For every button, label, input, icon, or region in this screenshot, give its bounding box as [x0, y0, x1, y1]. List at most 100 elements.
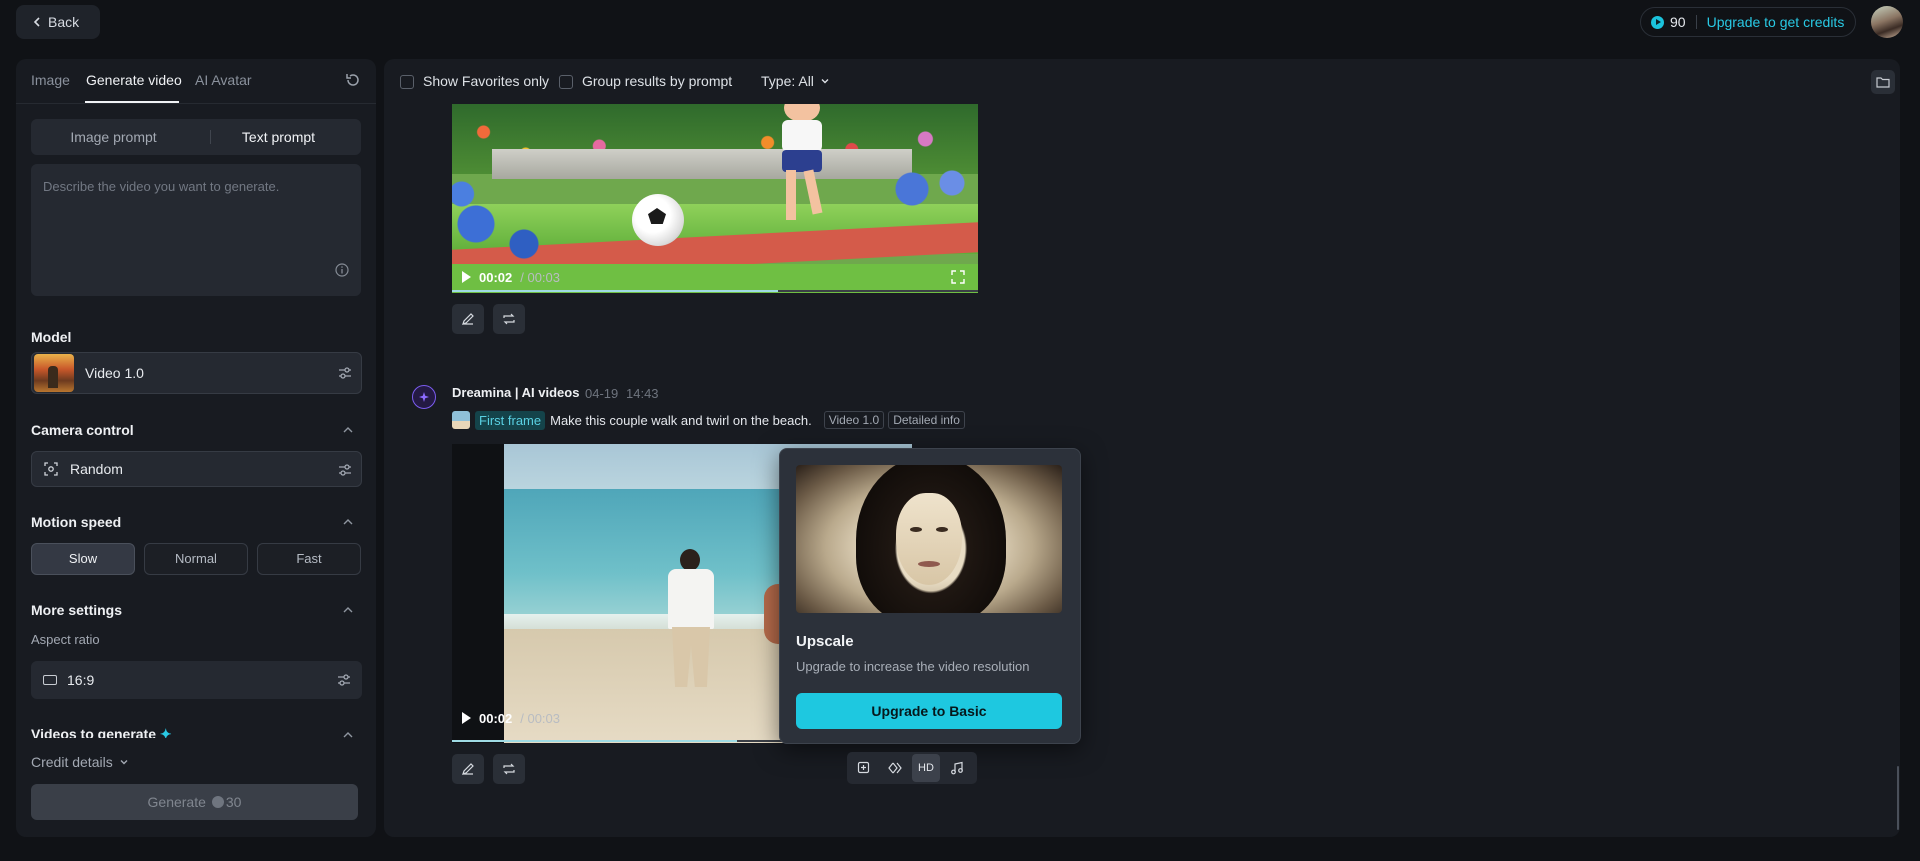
folder-button[interactable]: [1871, 70, 1895, 94]
model-title: Model: [31, 329, 72, 345]
video-player-1[interactable]: 00:02 / 00:03: [452, 104, 978, 293]
dreamina-avatar-icon: [412, 385, 436, 409]
credit-details-label: Credit details: [31, 754, 113, 770]
upscale-popover: Upscale Upgrade to increase the video re…: [779, 448, 1081, 744]
tab-ai-avatar[interactable]: AI Avatar: [195, 72, 252, 88]
sliders-icon: [339, 464, 351, 476]
chevron-up-icon[interactable]: [342, 604, 354, 616]
credit-coin-icon: [1651, 15, 1664, 29]
aspect-ratio-label: Aspect ratio: [31, 632, 100, 647]
prompt-input[interactable]: [31, 164, 361, 296]
model-selector[interactable]: Video 1.0: [31, 352, 362, 394]
chevron-down-icon: [120, 760, 128, 765]
interpolate-button[interactable]: [881, 754, 909, 782]
model-tag: Video 1.0: [823, 411, 885, 429]
back-label: Back: [48, 14, 80, 30]
current-time: 00:02: [479, 269, 513, 285]
video-progress-fill: [452, 290, 779, 292]
favorites-label[interactable]: Show Favorites only: [423, 73, 549, 89]
speed-slow-button[interactable]: Slow: [31, 543, 135, 575]
sparkle-icon: ✦: [159, 726, 172, 738]
left-panel: Image Generate video AI Avatar Image pro…: [16, 59, 376, 837]
aspect-ratio-icon: [43, 675, 57, 685]
music-note-icon: [951, 761, 963, 775]
tab-underline: [85, 101, 179, 103]
user-avatar[interactable]: [1871, 6, 1903, 38]
aspect-ratio-value: 16:9: [67, 672, 95, 688]
aspect-ratio-selector[interactable]: 16:9: [31, 661, 362, 699]
divider: [1695, 15, 1697, 29]
play-icon[interactable]: [462, 712, 471, 724]
generate-button[interactable]: Generate 30: [31, 784, 358, 820]
prompt-text: Make this couple walk and twirl on the b…: [550, 412, 812, 428]
regenerate-button[interactable]: [493, 754, 525, 784]
tab-image[interactable]: Image: [31, 72, 70, 88]
video-progress-bar[interactable]: [452, 290, 978, 292]
popover-title: Upscale: [796, 633, 854, 650]
motion-speed-title: Motion speed: [31, 514, 122, 530]
group-by-prompt-checkbox[interactable]: [559, 75, 573, 89]
type-filter-label: Type: All: [761, 73, 814, 89]
videos-to-generate-title: Videos to generate ✦: [31, 726, 172, 738]
credit-count: 90: [1670, 14, 1686, 30]
camera-control-title: Camera control: [31, 422, 134, 438]
first-frame-label[interactable]: First frame: [475, 410, 546, 430]
tab-bar: Image Generate video AI Avatar: [16, 59, 376, 104]
filter-bar: Show Favorites only Group results by pro…: [384, 59, 1900, 104]
fullscreen-icon[interactable]: [951, 270, 965, 284]
detailed-info-tag[interactable]: Detailed info: [888, 411, 965, 429]
edit-button[interactable]: [452, 304, 484, 334]
info-icon[interactable]: [335, 263, 349, 277]
favorites-checkbox[interactable]: [400, 75, 414, 89]
play-icon[interactable]: [462, 271, 471, 283]
speed-normal-button[interactable]: Normal: [144, 543, 248, 575]
entry-author: Dreamina | AI videos: [452, 385, 580, 400]
scrollbar[interactable]: [1897, 766, 1899, 830]
tab-generate-video[interactable]: Generate video: [86, 72, 182, 88]
reset-icon[interactable]: [344, 71, 362, 89]
first-frame-thumbnail[interactable]: [452, 411, 470, 429]
entry-time: 14:43: [626, 386, 659, 401]
video-controls: 00:02 / 00:03: [462, 708, 560, 728]
chevron-down-icon: [821, 79, 829, 84]
chevron-up-icon[interactable]: [342, 424, 354, 436]
top-bar: Back 90 Upgrade to get credits: [0, 0, 1920, 46]
video-frame: [452, 164, 572, 264]
regenerate-button[interactable]: [493, 304, 525, 334]
image-prompt-tab[interactable]: Image prompt: [31, 119, 196, 155]
speed-fast-button[interactable]: Fast: [257, 543, 361, 575]
credit-details-toggle[interactable]: Credit details: [31, 754, 129, 770]
hd-label: HD: [918, 762, 934, 774]
sliders-icon: [338, 674, 350, 686]
upgrade-credits-link[interactable]: Upgrade to get credits: [1707, 14, 1845, 30]
upgrade-to-basic-button[interactable]: Upgrade to Basic: [796, 693, 1062, 729]
camera-control-selector[interactable]: Random: [31, 451, 362, 487]
repeat-icon: [503, 313, 515, 325]
camera-control-value: Random: [70, 461, 123, 477]
frame-plus-icon: [857, 761, 870, 774]
group-by-prompt-label[interactable]: Group results by prompt: [582, 73, 732, 89]
edit-button[interactable]: [452, 754, 484, 784]
extend-frame-button[interactable]: [850, 754, 878, 782]
video-controls: 00:02 / 00:03: [462, 267, 560, 287]
model-thumbnail: [34, 354, 74, 392]
type-filter-dropdown[interactable]: Type: All: [761, 73, 830, 89]
model-name: Video 1.0: [85, 365, 144, 381]
chevron-left-icon: [33, 17, 40, 27]
cartoon-child: [770, 104, 830, 234]
diamond-arrows-icon: [888, 762, 902, 774]
upscale-preview-image: [796, 465, 1062, 613]
sliders-icon: [339, 367, 351, 379]
add-audio-button[interactable]: [943, 754, 971, 782]
chevron-up-icon[interactable]: [342, 516, 354, 528]
videos-to-generate-label: Videos to generate: [31, 726, 157, 738]
text-prompt-tab[interactable]: Text prompt: [196, 119, 361, 155]
video-progress-fill: [452, 740, 738, 742]
soccer-ball: [632, 194, 684, 246]
generate-label: Generate: [147, 794, 206, 810]
hd-upscale-button[interactable]: HD: [912, 754, 940, 782]
back-button[interactable]: Back: [16, 5, 100, 39]
pencil-icon: [462, 313, 474, 325]
camera-focus-icon: [44, 462, 58, 476]
chevron-up-icon[interactable]: [342, 729, 354, 741]
